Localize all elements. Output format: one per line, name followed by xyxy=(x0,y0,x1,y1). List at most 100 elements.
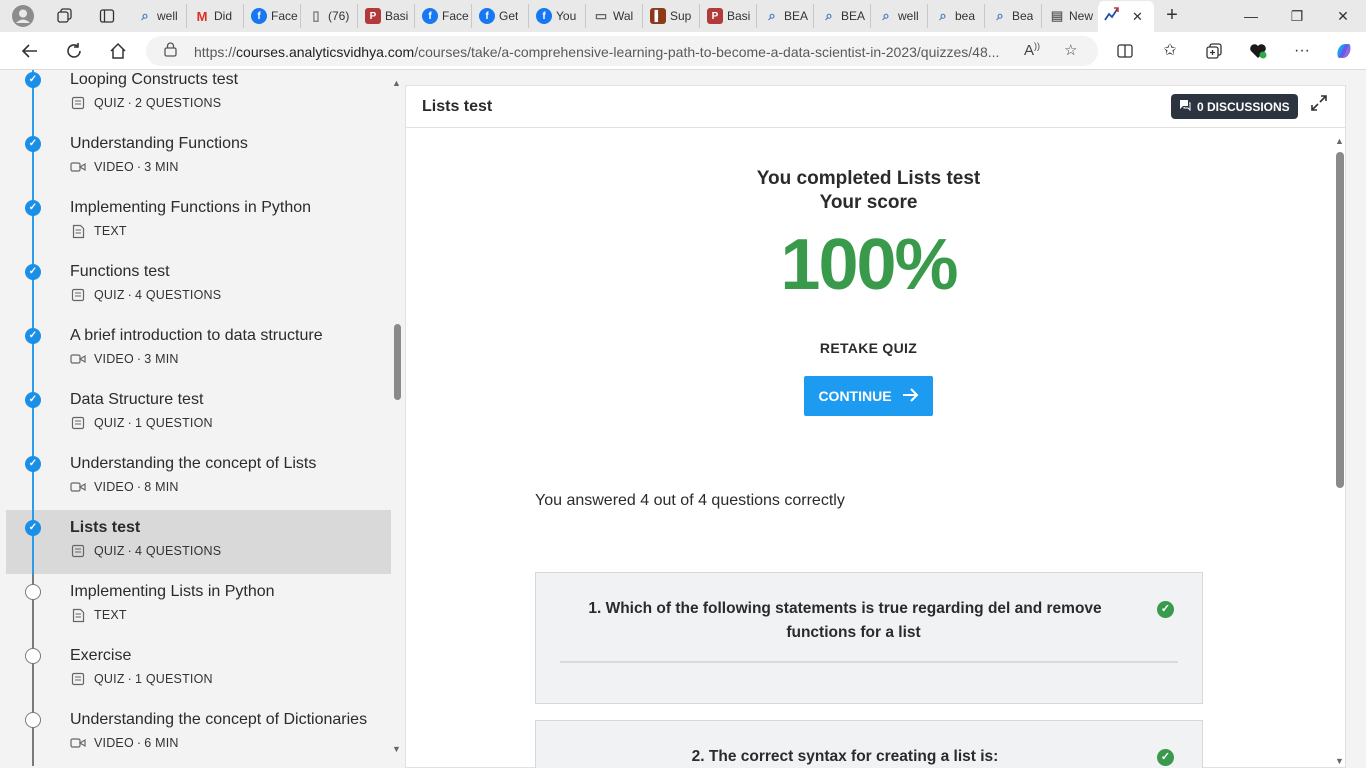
correct-check-icon: ✓ xyxy=(1157,749,1174,766)
lesson-title: Data Structure test xyxy=(70,391,204,408)
lesson-type: QUIZ xyxy=(94,544,125,558)
search-icon: ⌕ xyxy=(768,8,776,23)
lesson-detail: 6 MIN xyxy=(144,736,179,750)
browser-tab[interactable]: f Get xyxy=(473,4,529,28)
workspaces-icon[interactable] xyxy=(52,4,78,28)
back-button[interactable] xyxy=(16,37,44,65)
course-page: ✓ Looping Constructs test QUIZ · 2 QUESTIONS… xyxy=(0,70,1366,768)
url-text[interactable]: https://courses.analyticsvidhya.com/cour… xyxy=(194,44,1014,60)
browser-tab[interactable]: ⌕ well xyxy=(872,4,928,28)
favorite-star-icon[interactable]: ☆ xyxy=(1064,41,1077,59)
window-close-button[interactable]: ✕ xyxy=(1320,4,1366,28)
pdf-icon: P xyxy=(707,8,723,24)
lesson-detail: 1 QUESTION xyxy=(135,416,213,430)
browser-tab[interactable]: P Basi xyxy=(701,4,757,28)
browser-tab[interactable]: f Face xyxy=(416,4,472,28)
copilot-icon[interactable] xyxy=(1330,37,1358,65)
browser-tab[interactable]: P Basi xyxy=(359,4,415,28)
address-bar[interactable]: https://courses.analyticsvidhya.com/cour… xyxy=(146,36,1098,66)
sidebar-scrollbar[interactable]: ▲ ▼ xyxy=(391,78,403,758)
discussions-button[interactable]: 0 DISCUSSIONS xyxy=(1171,94,1298,119)
split-screen-icon[interactable] xyxy=(1111,37,1139,65)
lesson-item[interactable]: Implementing Lists in Python TEXT xyxy=(6,574,391,638)
browser-tab[interactable]: f You xyxy=(530,4,586,28)
expand-icon[interactable] xyxy=(1308,95,1330,117)
lesson-item[interactable]: ✓ Looping Constructs test QUIZ · 2 QUESTIONS xyxy=(6,70,391,126)
lesson-title: Implementing Functions in Python xyxy=(70,199,312,216)
scroll-up-arrow-icon[interactable]: ▲ xyxy=(1335,136,1344,146)
profile-avatar-icon[interactable] xyxy=(10,4,36,28)
browser-tab-label: New xyxy=(1069,9,1094,23)
home-button[interactable] xyxy=(104,37,132,65)
meta-separator: · xyxy=(136,480,142,494)
search-icon: ⌕ xyxy=(939,8,947,23)
lesson-type: QUIZ xyxy=(94,672,125,686)
panel-title: Lists test xyxy=(422,98,493,115)
gmail-icon: M xyxy=(196,8,208,24)
browser-tab[interactable]: ▯ (76) xyxy=(302,4,358,28)
restore-button[interactable]: ❐ xyxy=(1274,4,1320,28)
lesson-title: Exercise xyxy=(70,647,132,664)
sidebar-scrollbar-thumb[interactable] xyxy=(394,324,401,400)
lesson-title: Understanding the concept of Lists xyxy=(70,455,317,472)
refresh-button[interactable] xyxy=(60,37,88,65)
lesson-meta: QUIZ · 1 QUESTION xyxy=(70,672,213,686)
lesson-detail: 2 QUESTIONS xyxy=(135,96,222,110)
browser-tab[interactable]: ⌕ Bea xyxy=(986,4,1042,28)
lesson-title: Implementing Lists in Python xyxy=(70,583,275,600)
completed-heading: You completed Lists test xyxy=(756,168,981,189)
close-tab-icon[interactable]: ✕ xyxy=(1132,9,1143,25)
browser-tab-label: Did xyxy=(214,9,233,23)
read-aloud-icon[interactable]: A)) xyxy=(1024,41,1040,59)
quiz-icon xyxy=(70,288,86,302)
browser-tab[interactable]: ▭ Wal xyxy=(587,4,643,28)
video-icon xyxy=(70,480,86,494)
meta-separator: · xyxy=(136,352,142,366)
new-tab-button[interactable]: + xyxy=(1160,4,1184,28)
lesson-item[interactable]: Understanding the concept of Dictionarie… xyxy=(6,702,391,766)
minimize-button[interactable]: — xyxy=(1228,4,1274,28)
lesson-meta: QUIZ · 1 QUESTION xyxy=(70,416,213,430)
more-options-icon[interactable]: ··· xyxy=(1288,37,1316,65)
scroll-up-arrow-icon[interactable]: ▲ xyxy=(392,78,401,88)
completed-check-icon: ✓ xyxy=(25,520,41,536)
browser-tab[interactable]: ⌕ BEA xyxy=(815,4,871,28)
lesson-item[interactable]: ✓ Understanding the concept of Lists VIDEO… xyxy=(6,446,391,510)
lesson-item[interactable]: ✓ Data Structure test QUIZ · 1 QUESTION xyxy=(6,382,391,446)
question-card[interactable]: 1. Which of the following statements is … xyxy=(535,572,1203,704)
favorites-icon[interactable]: ✩ xyxy=(1156,37,1184,65)
scroll-down-arrow-icon[interactable]: ▼ xyxy=(392,744,401,754)
browser-tab[interactable]: ⌕ BEA xyxy=(758,4,814,28)
lesson-item[interactable]: Exercise QUIZ · 1 QUESTION xyxy=(6,638,391,702)
browser-tab[interactable]: ⌕ bea xyxy=(929,4,985,28)
continue-button[interactable]: CONTINUE xyxy=(804,376,933,416)
collections-icon[interactable] xyxy=(1200,37,1228,65)
scroll-down-arrow-icon[interactable]: ▼ xyxy=(1335,756,1344,766)
score-label: Your score xyxy=(819,192,918,213)
tab-active[interactable]: ✕ xyxy=(1098,1,1154,32)
browser-tab[interactable]: ⌕ well xyxy=(131,4,187,28)
browser-tab[interactable]: M Did xyxy=(188,4,244,28)
browser-tab[interactable]: ▤ New xyxy=(1043,4,1099,28)
lesson-item[interactable]: ✓ A brief introduction to data structure V… xyxy=(6,318,391,382)
browser-essentials-icon[interactable] xyxy=(1244,37,1272,65)
tab-actions-icon[interactable] xyxy=(94,4,120,28)
lesson-item[interactable]: ✓ Functions test QUIZ · 4 QUESTIONS xyxy=(6,254,391,318)
lesson-title: A brief introduction to data structure xyxy=(70,327,323,344)
lesson-type: QUIZ xyxy=(94,96,125,110)
content-scrollbar-thumb[interactable] xyxy=(1336,152,1344,488)
lesson-type: QUIZ xyxy=(94,416,125,430)
content-scrollbar[interactable]: ▲ ▼ xyxy=(1333,136,1345,768)
lesson-item[interactable]: ✓ Implementing Functions in Python TEXT xyxy=(6,190,391,254)
lesson-item[interactable]: ✓ Lists test QUIZ · 4 QUESTIONS xyxy=(6,510,391,574)
lock-icon[interactable] xyxy=(164,42,177,60)
question-divider xyxy=(560,661,1178,663)
browser-tab-label: You xyxy=(556,9,577,23)
retake-quiz-link[interactable]: RETAKE QUIZ xyxy=(406,340,1331,356)
question-card[interactable]: 2. The correct syntax for creating a lis… xyxy=(535,720,1203,768)
browser-tab[interactable]: ▌ Sup xyxy=(644,4,700,28)
browser-tab[interactable]: f Face xyxy=(245,4,301,28)
panel-header: Lists test 0 DISCUSSIONS xyxy=(406,86,1345,128)
lesson-item[interactable]: ✓ Understanding Functions VIDEO · 3 MIN xyxy=(6,126,391,190)
browser-tab-label: BEA xyxy=(784,9,809,23)
